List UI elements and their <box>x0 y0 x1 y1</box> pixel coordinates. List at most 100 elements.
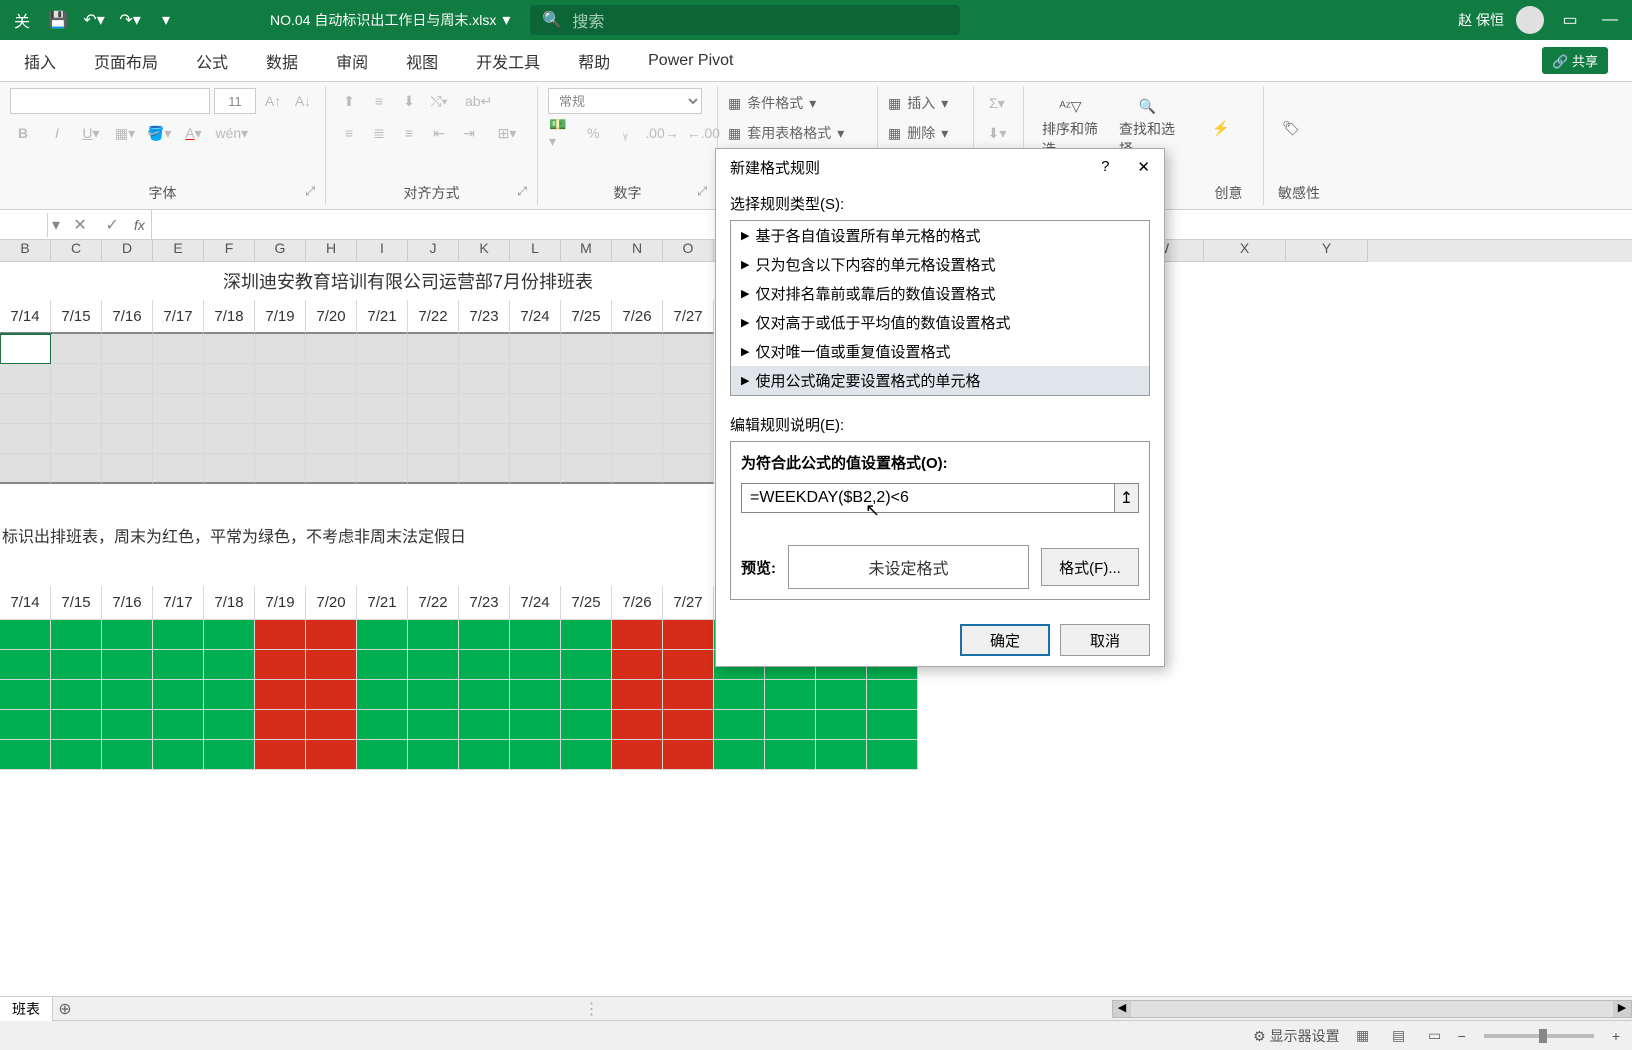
normal-view-icon[interactable]: ▦ <box>1350 1025 1376 1047</box>
date-cell[interactable]: 7/19 <box>255 586 306 620</box>
cell[interactable] <box>306 710 357 740</box>
sheet-tab[interactable]: 班表 <box>0 997 53 1021</box>
cell[interactable] <box>663 454 714 484</box>
underline-icon[interactable]: U▾ <box>78 120 104 146</box>
cell[interactable] <box>408 334 459 364</box>
cell[interactable] <box>408 680 459 710</box>
horizontal-scrollbar[interactable]: ◀▶ <box>1112 1000 1632 1018</box>
cell[interactable] <box>255 364 306 394</box>
cancel-formula-icon[interactable]: ✕ <box>64 215 96 235</box>
cell[interactable] <box>153 364 204 394</box>
column-header[interactable]: E <box>153 240 204 262</box>
cell[interactable] <box>204 334 255 364</box>
column-header[interactable]: I <box>357 240 408 262</box>
cell[interactable] <box>306 364 357 394</box>
cell[interactable] <box>204 424 255 454</box>
cell[interactable] <box>357 364 408 394</box>
column-header[interactable]: F <box>204 240 255 262</box>
cell[interactable] <box>255 680 306 710</box>
font-expand-icon[interactable]: ⤢ <box>305 184 315 199</box>
cell[interactable] <box>561 454 612 484</box>
cell[interactable] <box>816 710 867 740</box>
cell[interactable] <box>459 394 510 424</box>
cell[interactable] <box>459 620 510 650</box>
date-cell[interactable]: 7/22 <box>408 586 459 620</box>
cell[interactable] <box>510 334 561 364</box>
indent-left-icon[interactable]: ⇤ <box>426 120 452 146</box>
cell[interactable] <box>561 424 612 454</box>
date-cell[interactable]: 7/23 <box>459 586 510 620</box>
cell[interactable] <box>51 620 102 650</box>
cell[interactable] <box>510 680 561 710</box>
cell[interactable] <box>255 710 306 740</box>
cell[interactable] <box>663 394 714 424</box>
cell[interactable] <box>510 620 561 650</box>
cell[interactable] <box>306 620 357 650</box>
cell[interactable] <box>255 334 306 364</box>
date-cell[interactable]: 7/14 <box>0 300 51 334</box>
column-header[interactable]: D <box>102 240 153 262</box>
cell[interactable] <box>408 394 459 424</box>
number-format-select[interactable]: 常规 <box>548 88 702 114</box>
cancel-button[interactable]: 取消 <box>1060 624 1150 656</box>
cell[interactable] <box>663 334 714 364</box>
cell[interactable] <box>51 680 102 710</box>
date-cell[interactable]: 7/17 <box>153 586 204 620</box>
font-color-icon[interactable]: A▾ <box>180 120 206 146</box>
cell[interactable] <box>612 680 663 710</box>
tab-powerpivot[interactable]: Power Pivot <box>648 46 733 76</box>
search-box[interactable]: 🔍 搜索 <box>530 5 960 35</box>
cell[interactable] <box>306 740 357 770</box>
cell[interactable] <box>816 740 867 770</box>
tab-review[interactable]: 审阅 <box>336 43 368 79</box>
increase-decimal-icon[interactable]: .00→ <box>644 120 679 146</box>
number-expand-icon[interactable]: ⤢ <box>697 184 707 199</box>
cell[interactable] <box>612 650 663 680</box>
cell[interactable] <box>408 650 459 680</box>
cell[interactable] <box>663 710 714 740</box>
display-settings[interactable]: ⚙ 显示器设置 <box>1253 1026 1339 1046</box>
column-header[interactable]: L <box>510 240 561 262</box>
cell[interactable] <box>357 620 408 650</box>
cell[interactable] <box>612 364 663 394</box>
cell[interactable] <box>102 680 153 710</box>
cell[interactable] <box>867 740 918 770</box>
date-cell[interactable]: 7/14 <box>0 586 51 620</box>
decrease-decimal-icon[interactable]: ←.00 <box>686 120 721 146</box>
cell[interactable] <box>0 424 51 454</box>
cell[interactable] <box>408 620 459 650</box>
column-header[interactable]: B <box>0 240 51 262</box>
column-header[interactable]: G <box>255 240 306 262</box>
cell[interactable] <box>153 394 204 424</box>
close-icon[interactable]: ✕ <box>1137 158 1150 176</box>
cell[interactable] <box>612 454 663 484</box>
table-row[interactable] <box>0 680 1632 710</box>
rule-item-3[interactable]: ▶仅对高于或低于平均值的数值设置格式 <box>731 308 1149 337</box>
date-cell[interactable]: 7/25 <box>561 586 612 620</box>
date-cell[interactable]: 7/23 <box>459 300 510 334</box>
align-expand-icon[interactable]: ⤢ <box>517 184 527 199</box>
cell[interactable] <box>51 710 102 740</box>
cell[interactable] <box>510 364 561 394</box>
cell[interactable] <box>153 740 204 770</box>
cell[interactable] <box>204 620 255 650</box>
cell[interactable] <box>765 680 816 710</box>
name-box[interactable] <box>0 213 48 237</box>
cell[interactable] <box>306 650 357 680</box>
border-icon[interactable]: ▦▾ <box>112 120 138 146</box>
cell[interactable] <box>612 334 663 364</box>
cell[interactable] <box>255 620 306 650</box>
font-size-select[interactable] <box>214 88 256 114</box>
cell[interactable] <box>408 454 459 484</box>
cell[interactable] <box>459 454 510 484</box>
cell[interactable] <box>612 424 663 454</box>
column-header[interactable]: O <box>663 240 714 262</box>
table-row[interactable] <box>0 740 1632 770</box>
date-cell[interactable]: 7/22 <box>408 300 459 334</box>
cell[interactable] <box>102 740 153 770</box>
date-cell[interactable]: 7/21 <box>357 586 408 620</box>
align-top-icon[interactable]: ⬆ <box>336 88 362 114</box>
cell[interactable] <box>561 710 612 740</box>
cell[interactable] <box>0 740 51 770</box>
cell[interactable] <box>153 454 204 484</box>
